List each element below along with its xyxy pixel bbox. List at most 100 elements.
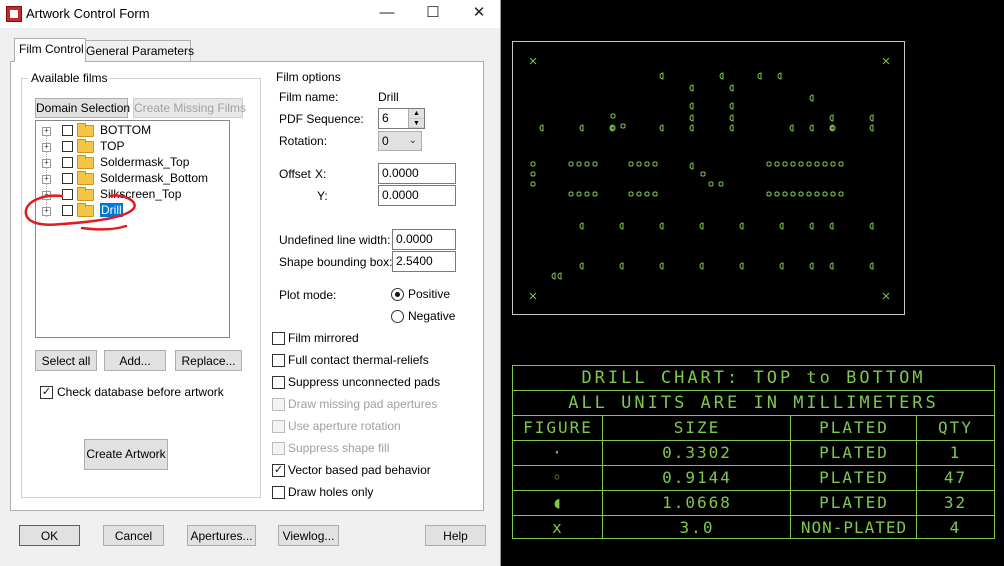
tab-general-parameters[interactable]: General Parameters [81, 40, 194, 61]
circle-pad-marker [584, 161, 590, 167]
window-title: Artwork Control Form [26, 6, 150, 21]
half-pad-marker [729, 124, 734, 132]
circle-pad-marker [652, 191, 658, 197]
offset-y-input[interactable]: 0.0000 [378, 185, 456, 206]
negative-label: Negative [408, 309, 456, 323]
half-pad-marker [579, 124, 584, 132]
drill-chart-units-row: ALL UNITS ARE IN MILLIMETERS [513, 390, 994, 416]
create-artwork-button[interactable]: Create Artwork [84, 439, 168, 470]
row-figure: x [552, 518, 564, 537]
minimize-button[interactable]: — [364, 2, 410, 26]
column-divider [790, 415, 791, 539]
half-pad-marker [809, 94, 814, 102]
row-size: 1.0668 [662, 493, 732, 512]
circle-pad-marker [806, 191, 812, 197]
cancel-button[interactable]: Cancel [103, 525, 164, 546]
half-pad-marker [729, 114, 734, 122]
circle-pad-marker [838, 161, 844, 167]
undefined-line-width-label: Undefined line width: [279, 233, 391, 247]
close-button[interactable]: ✕ [456, 2, 502, 26]
half-pad-marker [689, 114, 694, 122]
offset-x-input[interactable]: 0.0000 [378, 163, 456, 184]
circle-pad-marker [576, 191, 582, 197]
spin-buttons[interactable]: ▲ ▼ [408, 109, 424, 128]
film-checkbox[interactable] [62, 173, 73, 184]
drill-chart-table: DRILL CHART: TOP to BOTTOM ALL UNITS ARE… [512, 365, 995, 539]
half-pad-marker [689, 124, 694, 132]
expand-icon[interactable]: + [42, 143, 51, 152]
pdf-sequence-label: PDF Sequence: [279, 112, 364, 126]
expand-icon[interactable]: + [42, 127, 51, 136]
viewlog-button[interactable]: Viewlog... [278, 525, 339, 546]
suppress-unconnected-pads-checkbox[interactable] [272, 376, 285, 389]
column-divider [602, 415, 603, 539]
folder-icon [77, 123, 94, 137]
domain-selection-button[interactable]: Domain Selection [35, 98, 130, 118]
half-pad-marker [869, 222, 874, 230]
add-button[interactable]: Add... [104, 350, 166, 371]
circle-pad-marker [628, 191, 634, 197]
maximize-button[interactable]: ☐ [410, 2, 456, 26]
select-all-button[interactable]: Select all [35, 350, 97, 371]
half-pad-marker [579, 262, 584, 270]
circle-pad-marker [806, 161, 812, 167]
circle-pad-marker [774, 161, 780, 167]
film-checkbox[interactable] [62, 141, 73, 152]
negative-radio[interactable] [391, 310, 404, 323]
circle-pad-marker [822, 161, 828, 167]
row-figure: · [552, 443, 564, 462]
circle-pad-marker [620, 123, 626, 129]
half-pad-marker [779, 222, 784, 230]
expand-icon[interactable]: + [42, 159, 51, 168]
half-pad-marker [659, 262, 664, 270]
apertures-button[interactable]: Apertures... [187, 525, 256, 546]
positive-radio[interactable] [391, 288, 404, 301]
circle-pad-marker [636, 161, 642, 167]
row-qty: 47 [943, 468, 968, 487]
offset-label: Offset [279, 167, 311, 181]
draw-holes-only-label: Draw holes only [288, 485, 374, 499]
replace-button[interactable]: Replace... [175, 350, 242, 371]
title-bar: Artwork Control Form — ☐ ✕ [0, 0, 500, 28]
half-pad-marker [699, 222, 704, 230]
shape-bounding-box-input[interactable]: 2.5400 [392, 251, 456, 272]
ok-button[interactable]: OK [19, 525, 80, 546]
row-qty: 32 [943, 493, 968, 512]
half-pad-marker [539, 124, 544, 132]
check-database-checkbox[interactable]: ✓ [40, 386, 53, 399]
drill-chart-title: DRILL CHART: TOP to BOTTOM [581, 368, 926, 388]
folder-icon [77, 139, 94, 153]
spin-up-icon[interactable]: ▲ [409, 109, 424, 119]
half-pad-marker [729, 84, 734, 92]
board-outline [512, 41, 905, 315]
film-checkbox[interactable] [62, 125, 73, 136]
half-pad-marker [659, 72, 664, 80]
header-qty: QTY [938, 418, 973, 437]
half-pad-marker [779, 262, 784, 270]
half-pad-marker [659, 222, 664, 230]
half-pad-marker [579, 222, 584, 230]
undefined-line-width-input[interactable]: 0.0000 [392, 229, 456, 250]
header-plated: PLATED [819, 418, 889, 437]
header-figure: FIGURE [523, 418, 593, 437]
draw-holes-only-checkbox[interactable] [272, 486, 285, 499]
pdf-sequence-stepper[interactable]: 6 ▲ ▼ [378, 108, 425, 129]
film-checkbox[interactable] [62, 157, 73, 168]
vector-based-pad-behavior-checkbox[interactable]: ✓ [272, 464, 285, 477]
shape-bounding-box-label: Shape bounding box: [279, 255, 393, 269]
spin-down-icon[interactable]: ▼ [409, 118, 424, 128]
film-mirrored-checkbox[interactable] [272, 332, 285, 345]
circle-pad-marker [708, 181, 714, 187]
film-name-label: Film name: [279, 90, 339, 104]
tab-film-control[interactable]: Film Control [14, 38, 86, 62]
circle-pad-marker [822, 191, 828, 197]
circle-pad-marker [610, 113, 616, 119]
half-pad-marker [739, 262, 744, 270]
full-contact-thermal-reliefs-checkbox[interactable] [272, 354, 285, 367]
half-pad-marker [729, 102, 734, 110]
expand-icon[interactable]: + [42, 175, 51, 184]
rotation-select[interactable]: 0 ⌄ [378, 131, 422, 151]
circle-pad-marker [700, 171, 706, 177]
half-pad-marker [739, 222, 744, 230]
help-button[interactable]: Help [425, 525, 486, 546]
